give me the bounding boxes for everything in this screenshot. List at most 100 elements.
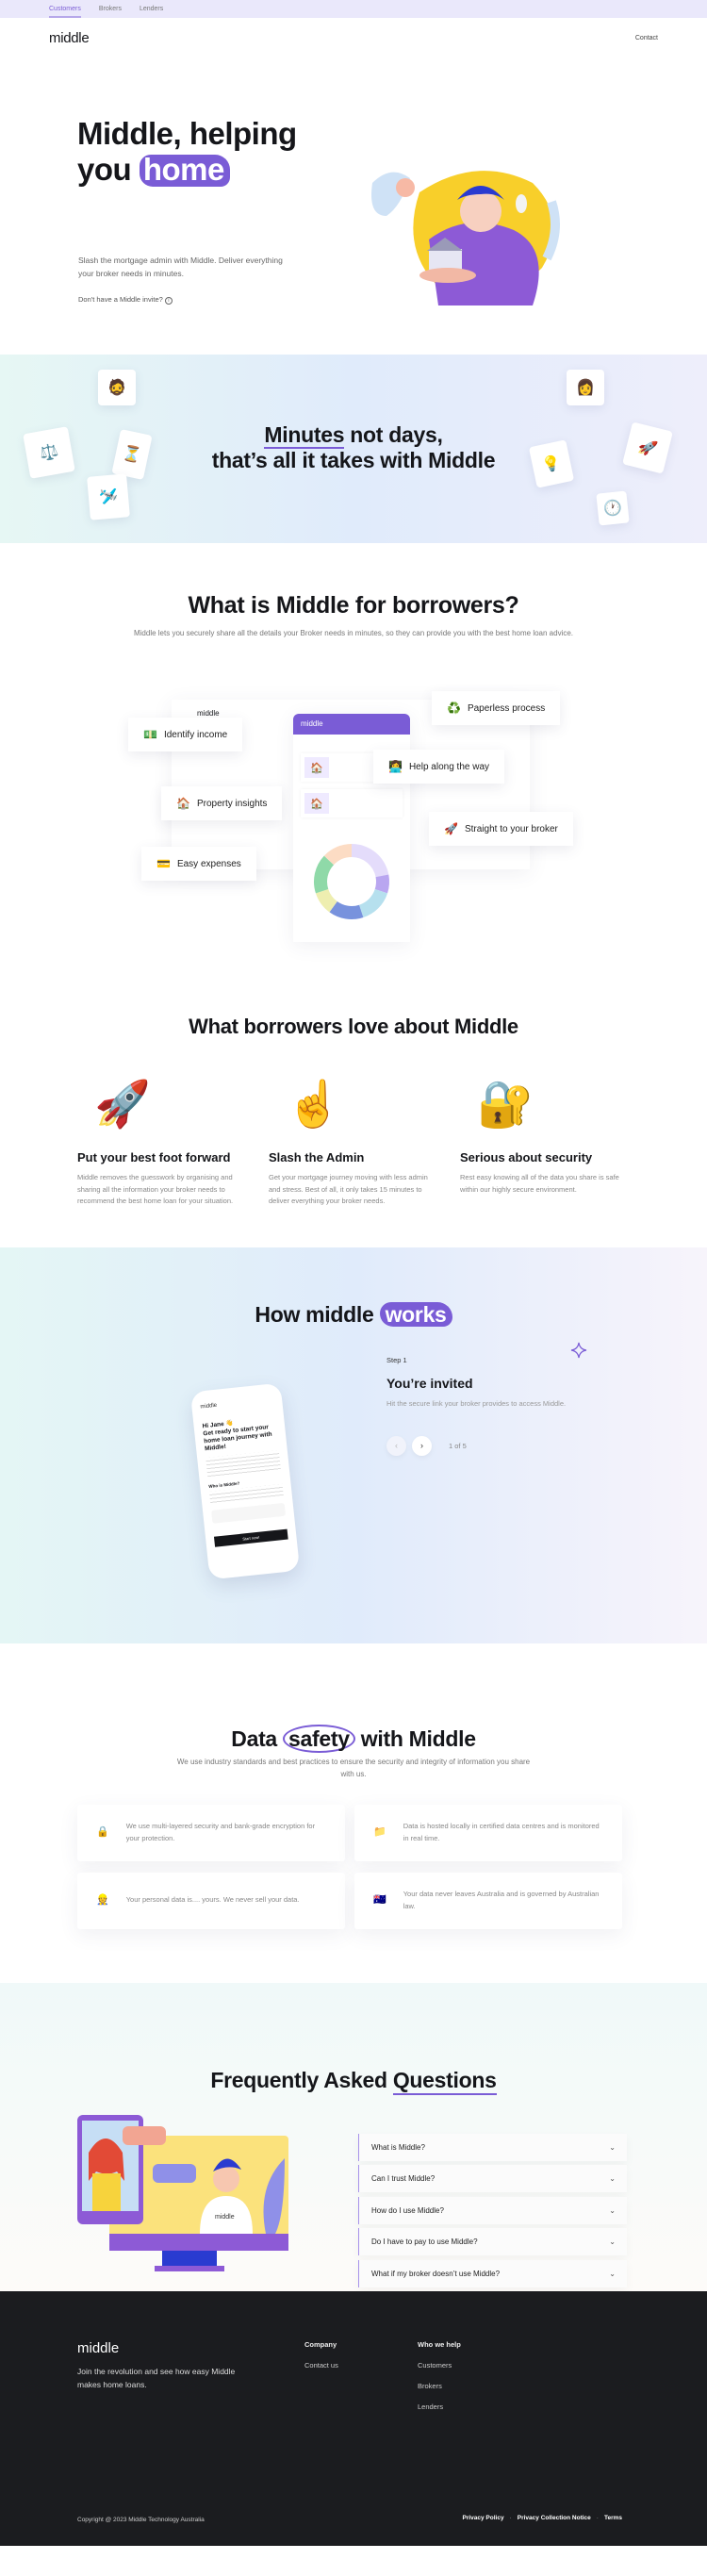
footer-customers-link[interactable]: Customers bbox=[418, 2361, 461, 2370]
phone-paragraph bbox=[206, 1449, 282, 1478]
safety-heading: Data safety with Middle bbox=[0, 1643, 707, 1753]
chevron-down-icon: ⌄ bbox=[609, 2269, 616, 2278]
clock-icon: 🕐 bbox=[602, 500, 623, 518]
chevron-left-icon: ‹ bbox=[395, 1441, 398, 1450]
footer-company-heading: Company bbox=[304, 2339, 337, 2349]
faq-item[interactable]: Can I trust Middle? ⌄ bbox=[358, 2165, 627, 2192]
privacy-policy-link[interactable]: Privacy Policy bbox=[463, 2515, 504, 2521]
footer-tagline: Join the revolution and see how easy Mid… bbox=[77, 2366, 236, 2389]
footer-lenders-link[interactable]: Lenders bbox=[418, 2403, 461, 2411]
chevron-right-icon: › bbox=[420, 1441, 423, 1450]
house-icon: 🏠 bbox=[304, 757, 329, 778]
plane-card: 🛩️ bbox=[87, 473, 130, 520]
safety-card: 🇦🇺 Your data never leaves Australia and i… bbox=[354, 1872, 622, 1929]
faq-heading-underlined: Questions bbox=[392, 2067, 497, 2095]
safety-card-text: Data is hosted locally in certified data… bbox=[403, 1822, 600, 1842]
donut-segment bbox=[359, 889, 388, 918]
chevron-down-icon: ⌄ bbox=[609, 2237, 616, 2246]
faq-item[interactable]: Do I have to pay to use Middle? ⌄ bbox=[358, 2228, 627, 2255]
separator: · bbox=[596, 2514, 599, 2521]
feature-label: Help along the way bbox=[408, 761, 490, 772]
feature-label: Paperless process bbox=[467, 702, 546, 714]
safety-heading-post: with Middle bbox=[360, 1726, 476, 1751]
feature-identify-income: 💵 Identify income bbox=[128, 718, 243, 751]
love-item-text: Middle removes the guesswork by organisi… bbox=[77, 1173, 234, 1205]
how-highlight: works bbox=[379, 1301, 452, 1327]
love-item-text: Rest easy knowing all of the data you sh… bbox=[460, 1173, 619, 1194]
minutes-highlight: Minutes bbox=[264, 422, 345, 449]
invite-link[interactable]: Don't have a Middle invite? i bbox=[78, 295, 173, 305]
phone-info-box bbox=[211, 1502, 287, 1524]
safety-heading-pre: Data bbox=[231, 1726, 277, 1751]
nav-brokers[interactable]: Brokers bbox=[99, 0, 122, 18]
phone-start-button[interactable]: Start now! bbox=[213, 1528, 288, 1547]
prev-step-button[interactable]: ‹ bbox=[386, 1435, 406, 1456]
rocket-icon: 🚀 bbox=[444, 822, 458, 835]
lock-icon: 🔒 bbox=[96, 1826, 109, 1839]
house-icon: 🏠 bbox=[176, 797, 190, 810]
australia-flag-icon: 🇦🇺 bbox=[373, 1894, 386, 1907]
folder-icon: 📁 bbox=[373, 1826, 386, 1839]
video-call-illustration: middle bbox=[77, 2114, 288, 2271]
chevron-down-icon: ⌄ bbox=[609, 2142, 616, 2152]
footer-company-column: Company Contact us bbox=[304, 2340, 338, 2370]
step-counter: 1 of 5 bbox=[449, 1441, 467, 1450]
faq-heading: Frequently Asked Questions bbox=[0, 2067, 707, 2095]
safety-card: 👷 Your personal data is.... yours. We nev… bbox=[77, 1872, 345, 1929]
step-title: You’re invited bbox=[386, 1375, 473, 1391]
feature-easy-expenses: 💳 Easy expenses bbox=[141, 847, 256, 881]
love-heading: What borrowers love about Middle bbox=[189, 1015, 518, 1038]
avatar-woman-card: 👩 bbox=[567, 370, 604, 405]
phone-logo: middle bbox=[200, 1402, 218, 1411]
how-heading-text: How middle bbox=[255, 1301, 374, 1327]
what-is-middle-section: What is Middle for borrowers? Middle let… bbox=[0, 543, 707, 1015]
app-mockup: middle 🏠 🏠 bbox=[293, 714, 410, 942]
hero-subtitle: Slash the mortgage admin with Middle. De… bbox=[78, 256, 283, 278]
tap-finger-icon: ☝️ bbox=[286, 1079, 342, 1130]
safety-card-text: Your personal data is.... yours. We neve… bbox=[125, 1895, 300, 1905]
love-section: What borrowers love about Middle 🚀 Put y… bbox=[0, 1015, 707, 1208]
step-text: Hit the secure link your broker provides… bbox=[386, 1398, 567, 1408]
app-mockup-header: middle bbox=[293, 714, 410, 735]
money-icon: 💵 bbox=[143, 728, 157, 741]
footer-brokers-link[interactable]: Brokers bbox=[418, 2382, 461, 2390]
next-step-button[interactable]: › bbox=[412, 1435, 432, 1456]
faq-item[interactable]: How do I use Middle? ⌄ bbox=[358, 2196, 627, 2224]
footer: middle Join the revolution and see how e… bbox=[0, 2290, 707, 2546]
clock-card: 🕐 bbox=[596, 490, 630, 526]
faq-question: How do I use Middle? bbox=[371, 2205, 444, 2215]
footer-who-heading: Who we help bbox=[418, 2339, 461, 2349]
footer-logo[interactable]: middle bbox=[77, 2340, 119, 2356]
invite-text: Don't have a Middle invite? bbox=[78, 295, 163, 304]
info-icon[interactable]: i bbox=[164, 297, 173, 305]
faq-question: Can I trust Middle? bbox=[371, 2174, 436, 2183]
safety-card: 🔒 We use multi-layered security and bank-… bbox=[77, 1804, 345, 1861]
faq-item[interactable]: What if my broker doesn’t use Middle? ⌄ bbox=[358, 2259, 627, 2287]
logo[interactable]: middle bbox=[49, 30, 90, 46]
faq-question: What is Middle? bbox=[371, 2142, 425, 2152]
footer-contact-link[interactable]: Contact us bbox=[304, 2361, 338, 2370]
love-item-title: Slash the Admin bbox=[269, 1150, 365, 1164]
contact-link[interactable]: Contact bbox=[635, 35, 658, 41]
minutes-band: 🧔 ⚖️ ⏳ 🛩️ 👩 🚀 💡 🕐 Minutes not days, that… bbox=[0, 355, 707, 543]
feature-label: Easy expenses bbox=[176, 858, 241, 869]
expense-donut-chart bbox=[314, 844, 389, 919]
terms-link[interactable]: Terms bbox=[604, 2515, 622, 2521]
shirt-logo: middle bbox=[215, 2214, 235, 2221]
what-heading: What is Middle for borrowers? bbox=[188, 592, 519, 619]
safety-card-text: Your data never leaves Australia and is … bbox=[403, 1890, 600, 1910]
hero-title: Middle, helping you home bbox=[77, 116, 297, 188]
love-item-title: Put your best foot forward bbox=[77, 1150, 231, 1164]
hero-section: Middle, helping you home Slash the mortg… bbox=[0, 58, 707, 305]
chevron-down-icon: ⌄ bbox=[609, 2174, 616, 2183]
love-item-title: Serious about security bbox=[460, 1150, 593, 1164]
how-section: How middle works middle Hi Jane 👋 Get re… bbox=[0, 1247, 707, 1643]
privacy-collection-link[interactable]: Privacy Collection Notice bbox=[518, 2515, 591, 2521]
faq-item[interactable]: What is Middle? ⌄ bbox=[358, 2133, 627, 2161]
worker-icon: 👷 bbox=[96, 1894, 109, 1907]
nav-lenders[interactable]: Lenders bbox=[140, 0, 163, 18]
nav-customers[interactable]: Customers bbox=[49, 0, 81, 18]
step-panel: Step 1 You’re invited Hit the secure lin… bbox=[386, 1356, 575, 1456]
feature-label: Straight to your broker bbox=[464, 823, 558, 834]
legal-links: Privacy Policy · Privacy Collection Notic… bbox=[463, 2515, 623, 2521]
